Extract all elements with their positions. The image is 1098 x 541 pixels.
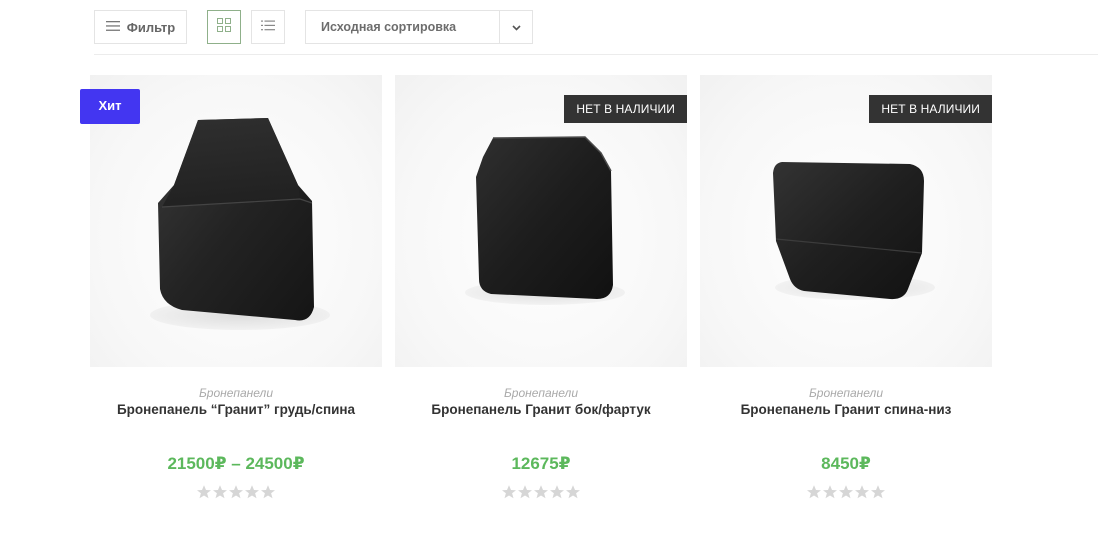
filter-button[interactable]: Фильтр: [94, 10, 187, 44]
grid-icon: [217, 17, 231, 37]
star-icon: [229, 485, 243, 499]
star-icon: [534, 485, 548, 499]
sort-selected-value: Исходная сортировка: [321, 20, 457, 34]
grid-view-button[interactable]: [207, 10, 241, 44]
sort-dropdown-toggle[interactable]: [499, 11, 532, 43]
out-of-stock-badge: НЕТ В НАЛИЧИИ: [564, 95, 687, 123]
product-category[interactable]: Бронепанели: [700, 386, 992, 400]
filter-label: Фильтр: [126, 19, 176, 35]
star-icon: [197, 485, 211, 499]
star-rating: [90, 484, 382, 500]
product-title[interactable]: Бронепанель “Гранит” грудь/спина: [90, 402, 382, 418]
product-category[interactable]: Бронепанели: [90, 386, 382, 400]
star-icon: [213, 485, 227, 499]
product-image[interactable]: НЕТ В НАЛИЧИИ: [700, 75, 992, 367]
star-rating: [395, 484, 687, 500]
shop-page: Фильтр Исходная сортировка Бронепанели Б…: [0, 0, 1098, 541]
star-icon: [502, 485, 516, 499]
star-icon: [855, 485, 869, 499]
product-card[interactable]: НЕТ В НАЛИЧИИ Бронепанели Бронепанель Гр…: [395, 75, 687, 500]
star-icon: [871, 485, 885, 499]
product-title[interactable]: Бронепанель Гранит бок/фартук: [395, 402, 687, 418]
chevron-down-icon: [511, 18, 521, 36]
list-icon: [261, 18, 275, 36]
star-icon: [245, 485, 259, 499]
product-price: 8450₽: [821, 454, 871, 473]
hit-badge: Хит: [80, 89, 140, 124]
product-price: 12675₽: [511, 454, 571, 473]
product-card[interactable]: Бронепанели Бронепанель “Гранит” грудь/с…: [90, 75, 382, 500]
product-title[interactable]: Бронепанель Гранит спина-низ: [700, 402, 992, 418]
sort-select[interactable]: Исходная сортировка: [305, 10, 533, 44]
product-image[interactable]: НЕТ В НАЛИЧИИ: [395, 75, 687, 367]
star-icon: [823, 485, 837, 499]
star-icon: [807, 485, 821, 499]
star-icon: [261, 485, 275, 499]
product-price: 21500₽ – 24500₽: [167, 454, 305, 473]
star-icon: [566, 485, 580, 499]
star-rating: [700, 484, 992, 500]
product-category[interactable]: Бронепанели: [395, 386, 687, 400]
star-icon: [550, 485, 564, 499]
product-card[interactable]: НЕТ В НАЛИЧИИ Бронепанели Бронепанель Гр…: [700, 75, 992, 500]
toolbar-divider: [94, 54, 1098, 55]
star-icon: [839, 485, 853, 499]
list-view-button[interactable]: [251, 10, 285, 44]
star-icon: [518, 485, 532, 499]
out-of-stock-badge: НЕТ В НАЛИЧИИ: [869, 95, 992, 123]
menu-icon: [105, 20, 120, 35]
